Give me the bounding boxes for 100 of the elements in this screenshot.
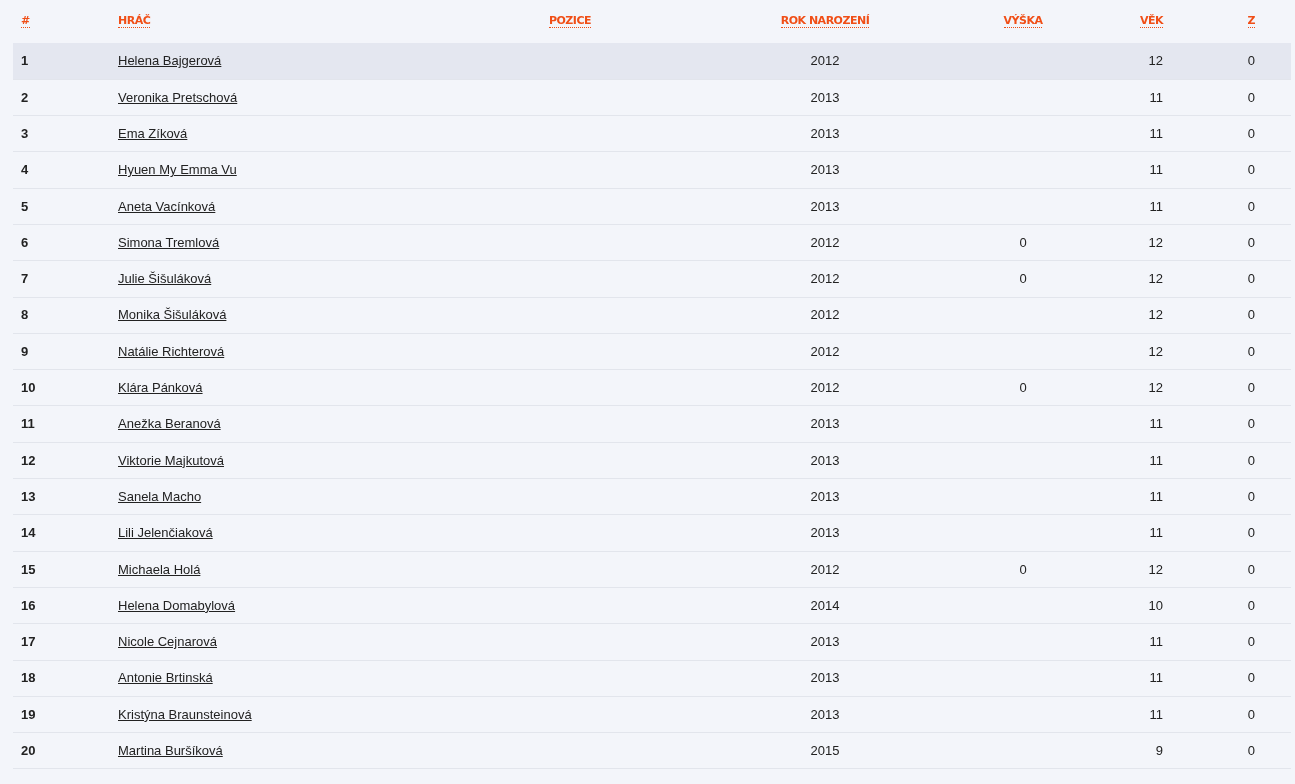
rank-number: 1: [21, 53, 29, 69]
player-link[interactable]: Lili Jelenčiaková: [118, 525, 213, 541]
rank-number: 4: [21, 162, 29, 178]
z-value: 0: [1247, 561, 1255, 577]
z-value: 0: [1247, 89, 1255, 105]
rank-number: 18: [21, 670, 36, 686]
birth-year: 2015: [810, 743, 840, 759]
rank-number: 6: [21, 234, 29, 250]
z-value: 0: [1247, 416, 1255, 432]
player-link[interactable]: Hyuen My Emma Vu: [118, 162, 237, 178]
birth-year: 2013: [810, 706, 840, 722]
player-link[interactable]: Natálie Richterová: [118, 343, 225, 359]
z-value: 0: [1247, 488, 1255, 504]
birth-year: 2013: [810, 416, 840, 432]
rank-number: 14: [21, 525, 36, 541]
player-link[interactable]: Sanela Macho: [118, 488, 202, 504]
birth-year: 2012: [810, 234, 840, 250]
rank-number: 8: [21, 307, 29, 323]
height-value: 0: [1019, 271, 1027, 287]
age-value: 11: [1149, 452, 1163, 468]
player-link[interactable]: Aneta Vacínková: [118, 198, 216, 214]
z-value: 0: [1247, 53, 1255, 69]
age-value: 12: [1148, 380, 1163, 396]
birth-year: 2013: [810, 670, 840, 686]
age-value: 11: [1149, 126, 1163, 141]
age-value: 11: [1149, 706, 1163, 722]
height-value: 0: [1019, 561, 1027, 577]
age-value: 12: [1148, 53, 1163, 69]
rank-number: 7: [21, 271, 29, 287]
rank-number: 2: [21, 89, 29, 105]
player-link[interactable]: Monika Šišuláková: [118, 307, 227, 323]
rank-number: 13: [21, 488, 36, 504]
player-link[interactable]: Helena Bajgerová: [118, 53, 222, 69]
player-link[interactable]: Nicole Cejnarová: [118, 634, 217, 650]
z-value: 0: [1247, 634, 1255, 650]
player-link[interactable]: Anežka Beranová: [118, 416, 221, 432]
age-value: 12: [1148, 271, 1163, 287]
age-value: 12: [1148, 561, 1163, 577]
birth-year: 2012: [810, 343, 840, 359]
z-value: 0: [1247, 452, 1255, 468]
player-link[interactable]: Martina Buršíková: [118, 743, 223, 759]
z-value: 0: [1247, 597, 1255, 613]
rank-number: 9: [21, 343, 29, 359]
z-value: 0: [1247, 307, 1255, 323]
birth-year: 2012: [810, 561, 840, 577]
z-value: 0: [1247, 670, 1255, 686]
rank-number: 10: [21, 380, 36, 396]
rank-number: 11: [21, 416, 35, 432]
birth-year: 2014: [810, 597, 840, 613]
birth-year: 2012: [810, 307, 840, 323]
z-value: 0: [1247, 380, 1255, 396]
age-value: 12: [1148, 307, 1163, 323]
birth-year: 2012: [810, 271, 840, 287]
birth-year: 2012: [810, 53, 840, 69]
player-link[interactable]: Viktorie Majkutová: [118, 452, 224, 468]
birth-year: 2013: [810, 488, 840, 504]
z-value: 0: [1247, 162, 1255, 178]
age-value: 11: [1149, 670, 1163, 686]
age-value: 10: [1148, 597, 1163, 613]
z-value: 0: [1247, 126, 1255, 141]
birth-year: 2013: [810, 89, 840, 105]
birth-year: 2013: [810, 126, 840, 141]
birth-year: 2013: [810, 452, 840, 468]
rank-number: 5: [21, 198, 29, 214]
z-value: 0: [1247, 198, 1255, 214]
player-link[interactable]: Veronika Pretschová: [118, 89, 238, 105]
age-value: 11: [1149, 525, 1163, 541]
birth-year: 2013: [810, 525, 840, 541]
birth-year: 2013: [810, 162, 840, 178]
birth-year: 2013: [810, 198, 840, 214]
z-value: 0: [1247, 271, 1255, 287]
player-link[interactable]: Michaela Holá: [118, 561, 201, 577]
age-value: 12: [1148, 343, 1163, 359]
player-link[interactable]: Helena Domabylová: [118, 597, 236, 613]
age-value: 9: [1155, 743, 1163, 759]
player-link[interactable]: Ema Zíková: [118, 126, 188, 141]
rank-number: 15: [21, 561, 36, 577]
z-value: 0: [1247, 525, 1255, 541]
age-value: 11: [1149, 634, 1163, 650]
z-value: 0: [1247, 343, 1255, 359]
birth-year: 2013: [810, 634, 840, 650]
rank-number: 3: [21, 126, 29, 141]
age-value: 11: [1149, 198, 1163, 214]
player-link[interactable]: Kristýna Braunsteinová: [118, 706, 252, 722]
rank-number: 12: [21, 452, 36, 468]
player-link[interactable]: Julie Šišuláková: [118, 271, 212, 287]
age-value: 12: [1148, 234, 1163, 250]
player-link[interactable]: Antonie Brtinská: [118, 670, 213, 686]
player-link[interactable]: Klára Pánková: [118, 380, 203, 396]
z-value: 0: [1247, 706, 1255, 722]
age-value: 11: [1149, 488, 1163, 504]
rank-number: 16: [21, 597, 36, 613]
rank-number: 19: [21, 706, 36, 722]
player-link[interactable]: Simona Tremlová: [118, 234, 220, 250]
height-value: 0: [1019, 234, 1027, 250]
age-value: 11: [1149, 89, 1163, 105]
z-value: 0: [1247, 234, 1255, 250]
age-value: 11: [1149, 416, 1163, 432]
height-value: 0: [1019, 380, 1027, 396]
birth-year: 2012: [810, 380, 840, 396]
